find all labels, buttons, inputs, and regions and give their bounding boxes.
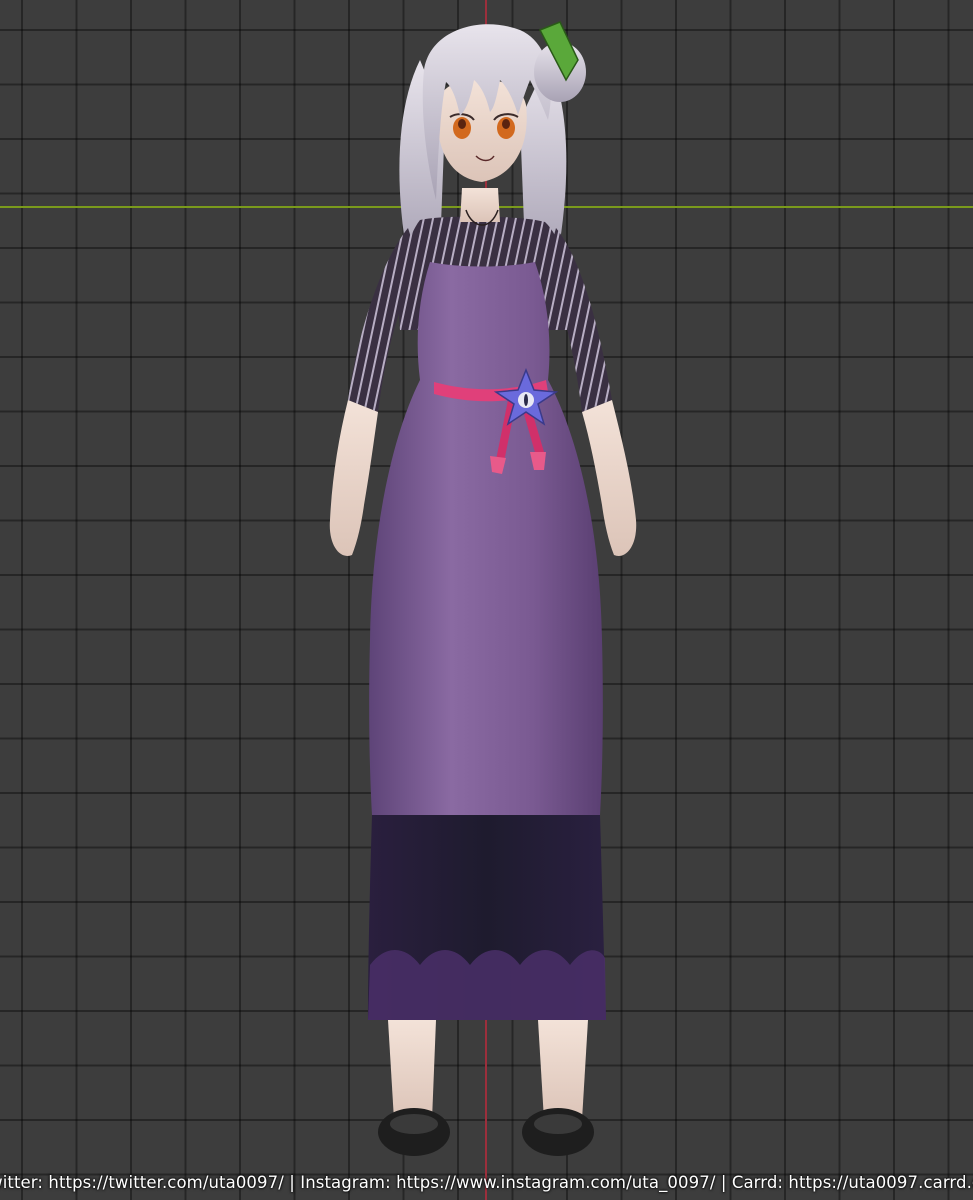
dress <box>369 262 603 815</box>
legs <box>388 1020 588 1120</box>
3d-viewport[interactable]: Twitter: https://twitter.com/uta0097/ | … <box>0 0 973 1200</box>
credits-text: Twitter: https://twitter.com/uta0097/ | … <box>0 1172 973 1192</box>
hair-bun <box>534 21 586 102</box>
character-model[interactable] <box>300 0 680 1200</box>
slippers <box>378 1108 594 1156</box>
